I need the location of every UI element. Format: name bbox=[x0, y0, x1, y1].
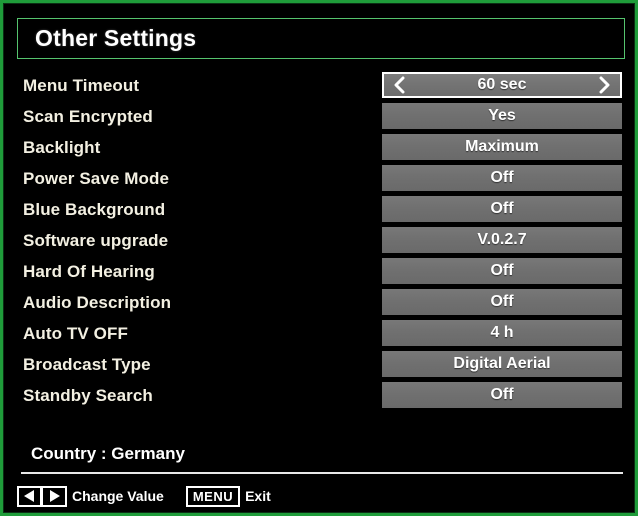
setting-value: Off bbox=[490, 262, 514, 279]
setting-label: Auto TV OFF bbox=[23, 324, 128, 343]
setting-label: Hard Of Hearing bbox=[23, 262, 155, 281]
setting-value-bar[interactable]: V.0.2.7 bbox=[382, 227, 622, 253]
change-value-hint: Change Value bbox=[72, 488, 164, 504]
menu-key[interactable]: MENU bbox=[185, 485, 241, 507]
right-arrow-key[interactable] bbox=[42, 485, 67, 507]
menu-key-label: MENU bbox=[192, 488, 234, 504]
chevron-right-icon[interactable] bbox=[596, 76, 612, 94]
setting-value: Digital Aerial bbox=[453, 355, 551, 372]
arrow-left-icon bbox=[24, 490, 35, 502]
setting-value: V.0.2.7 bbox=[477, 231, 527, 248]
setting-value-bar[interactable]: 4 h bbox=[382, 320, 622, 346]
setting-row[interactable]: Power Save Mode Off bbox=[3, 163, 638, 194]
setting-value: Off bbox=[490, 169, 514, 186]
setting-label: Backlight bbox=[23, 138, 101, 157]
left-arrow-key[interactable] bbox=[17, 485, 42, 507]
setting-value-bar[interactable]: Yes bbox=[382, 103, 622, 129]
setting-label: Blue Background bbox=[23, 200, 166, 219]
exit-hint: Exit bbox=[245, 488, 271, 504]
setting-row[interactable]: Scan Encrypted Yes bbox=[3, 101, 638, 132]
page-title: Other Settings bbox=[35, 25, 197, 51]
footer-hint-bar: Change Value MENU Exit bbox=[17, 484, 271, 508]
setting-label: Broadcast Type bbox=[23, 355, 151, 374]
setting-value: Maximum bbox=[465, 138, 539, 155]
setting-value-bar[interactable]: Off bbox=[382, 165, 622, 191]
setting-value-bar[interactable]: Off bbox=[382, 196, 622, 222]
footer-divider bbox=[21, 472, 623, 474]
setting-row[interactable]: Software upgrade V.0.2.7 bbox=[3, 225, 638, 256]
setting-value: 4 h bbox=[490, 324, 514, 341]
setting-label: Power Save Mode bbox=[23, 169, 170, 188]
setting-value-bar[interactable]: Off bbox=[382, 289, 622, 315]
setting-value: Off bbox=[490, 293, 514, 310]
chevron-left-icon[interactable] bbox=[392, 76, 408, 94]
setting-value: Yes bbox=[488, 107, 516, 124]
setting-row[interactable]: Backlight Maximum bbox=[3, 132, 638, 163]
country-status: Country : Germany bbox=[31, 444, 185, 463]
setting-row[interactable]: Standby Search Off bbox=[3, 380, 638, 411]
setting-row[interactable]: Broadcast Type Digital Aerial bbox=[3, 349, 638, 380]
setting-value: Off bbox=[490, 200, 514, 217]
change-value-keys[interactable] bbox=[17, 485, 67, 507]
setting-row[interactable]: Hard Of Hearing Off bbox=[3, 256, 638, 287]
setting-value-bar[interactable]: Digital Aerial bbox=[382, 351, 622, 377]
setting-label: Standby Search bbox=[23, 386, 153, 405]
setting-value-bar[interactable]: Maximum bbox=[382, 134, 622, 160]
setting-value-bar[interactable]: 60 sec bbox=[382, 72, 622, 98]
page-title-box: Other Settings bbox=[17, 18, 625, 59]
setting-row[interactable]: Audio Description Off bbox=[3, 287, 638, 318]
setting-label: Audio Description bbox=[23, 293, 172, 312]
setting-value: Off bbox=[490, 386, 514, 403]
arrow-right-icon bbox=[49, 490, 60, 502]
setting-label: Scan Encrypted bbox=[23, 107, 153, 126]
setting-row[interactable]: Blue Background Off bbox=[3, 194, 638, 225]
setting-value-bar[interactable]: Off bbox=[382, 258, 622, 284]
setting-label: Software upgrade bbox=[23, 231, 169, 250]
setting-value: 60 sec bbox=[477, 76, 527, 93]
setting-label: Menu Timeout bbox=[23, 76, 140, 95]
setting-row[interactable]: Menu Timeout 60 sec bbox=[3, 70, 638, 101]
settings-list: Menu Timeout 60 sec Scan Encrypted Yes Backl… bbox=[3, 70, 638, 411]
setting-row[interactable]: Auto TV OFF 4 h bbox=[3, 318, 638, 349]
osd-screen: Other Settings Menu Timeout 60 sec Scan En… bbox=[0, 0, 638, 516]
setting-value-bar[interactable]: Off bbox=[382, 382, 622, 408]
